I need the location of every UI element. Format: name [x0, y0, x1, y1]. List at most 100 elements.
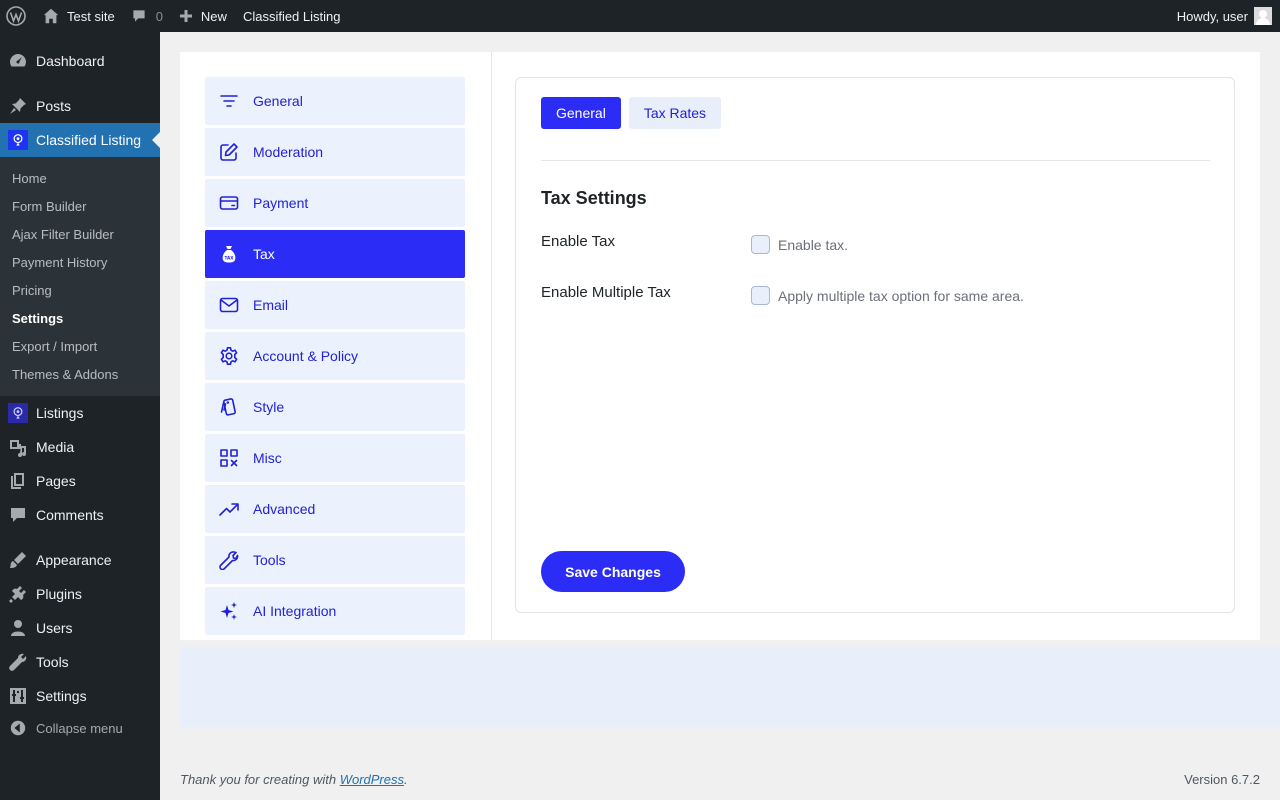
- settings-nav-label: Moderation: [253, 144, 324, 160]
- sidebar-item-label: Media: [36, 439, 75, 455]
- new-label: New: [200, 8, 227, 24]
- wrench-icon: [205, 536, 253, 584]
- comments-link[interactable]: 0: [123, 0, 171, 32]
- footer-thanks-suffix: .: [404, 772, 408, 787]
- wordpress-link[interactable]: WordPress: [340, 772, 404, 787]
- classified-listing-icon: [8, 130, 28, 150]
- settings-nav-email[interactable]: Email: [205, 281, 465, 329]
- enable-tax-label: Enable Tax: [541, 233, 615, 250]
- tabs-divider: [541, 160, 1210, 161]
- settings-nav-label: AI Integration: [253, 603, 337, 619]
- collapse-arrow-icon: [0, 719, 36, 737]
- settings-nav-label: Payment: [253, 195, 309, 211]
- submenu-item-ajax-filter-builder[interactable]: Ajax Filter Builder: [0, 220, 160, 248]
- settings-nav-tax[interactable]: TAX Tax: [205, 230, 465, 278]
- sidebar-item-classified-listing[interactable]: Classified Listing: [0, 123, 160, 157]
- settings-nav-account-policy[interactable]: Account & Policy: [205, 332, 465, 380]
- submenu-item-themes-addons[interactable]: Themes & Addons: [0, 360, 160, 388]
- settings-nav-label: Style: [253, 399, 285, 415]
- settings-nav-moderation[interactable]: Moderation: [205, 128, 465, 176]
- comment-icon: [0, 498, 36, 532]
- settings-nav-style[interactable]: Style: [205, 383, 465, 431]
- settings-nav-label: Tax: [253, 246, 275, 262]
- tab-tax-rates[interactable]: Tax Rates: [628, 97, 722, 129]
- tax-settings-panel: General Tax Rates Tax Settings Enable Ta…: [515, 77, 1235, 613]
- classified-listing-icon: [8, 403, 28, 423]
- sidebar-item-label: Users: [36, 620, 73, 636]
- enable-tax-checkbox[interactable]: [751, 235, 770, 254]
- settings-nav-general[interactable]: General: [205, 77, 465, 125]
- enable-tax-field: Enable tax.: [751, 235, 848, 254]
- content-bottom-band: [180, 647, 1280, 727]
- trending-up-icon: [205, 485, 253, 533]
- admin-bar: Test site 0 New Classified Listing Howdy…: [0, 0, 1280, 32]
- submenu-item-form-builder[interactable]: Form Builder: [0, 192, 160, 220]
- wrench-icon: [0, 645, 36, 679]
- sidebar-item-media[interactable]: Media: [0, 430, 160, 464]
- enable-multiple-tax-label: Enable Multiple Tax: [541, 284, 671, 301]
- filter-lines-icon: [205, 77, 253, 125]
- wordpress-logo-icon[interactable]: [0, 0, 34, 32]
- settings-nav-label: General: [253, 93, 303, 109]
- site-name-link[interactable]: Test site: [34, 0, 123, 32]
- enable-multiple-tax-field: Apply multiple tax option for same area.: [751, 286, 1024, 305]
- settings-nav-misc[interactable]: Misc: [205, 434, 465, 482]
- settings-nav-payment[interactable]: Payment: [205, 179, 465, 227]
- sidebar-item-label: Listings: [36, 405, 84, 421]
- settings-nav-ai-integration[interactable]: AI Integration: [205, 587, 465, 635]
- grid-icon: [205, 434, 253, 482]
- sidebar-item-label: Settings: [36, 688, 87, 704]
- section-title: Tax Settings: [541, 188, 647, 208]
- account-menu[interactable]: Howdy, user: [1177, 0, 1272, 32]
- edit-icon: [205, 128, 253, 176]
- sidebar-item-dashboard[interactable]: Dashboard: [0, 44, 160, 78]
- site-name: Test site: [67, 8, 115, 24]
- sidebar-item-listings[interactable]: Listings: [0, 396, 160, 430]
- save-changes-button[interactable]: Save Changes: [541, 551, 685, 592]
- gear-icon: [205, 332, 253, 380]
- sidebar-item-label: Pages: [36, 473, 76, 489]
- submenu-item-payment-history[interactable]: Payment History: [0, 248, 160, 276]
- sidebar-item-label: Tools: [36, 654, 69, 670]
- enable-multiple-tax-description: Apply multiple tax option for same area.: [778, 287, 1024, 304]
- sidebar-item-plugins[interactable]: Plugins: [0, 577, 160, 611]
- palette-cards-icon: [205, 383, 253, 431]
- new-content-link[interactable]: New: [171, 0, 235, 32]
- howdy-greeting: Howdy, user: [1176, 8, 1248, 24]
- settings-nav-label: Misc: [253, 450, 282, 466]
- classified-listing-bar-link[interactable]: Classified Listing: [235, 0, 349, 32]
- sidebar-item-label: Classified Listing: [36, 132, 142, 148]
- sidebar-item-appearance[interactable]: Appearance: [0, 543, 160, 577]
- credit-card-icon: [205, 179, 253, 227]
- submenu-item-home[interactable]: Home: [0, 164, 160, 192]
- svg-text:TAX: TAX: [224, 256, 234, 261]
- submenu-item-pricing[interactable]: Pricing: [0, 276, 160, 304]
- home-icon: [42, 7, 60, 25]
- plus-icon: [179, 9, 193, 23]
- sidebar-item-posts[interactable]: Posts: [0, 89, 160, 123]
- settings-nav-tools[interactable]: Tools: [205, 536, 465, 584]
- pin-icon: [0, 89, 36, 123]
- settings-nav-label: Advanced: [253, 501, 316, 517]
- plug-icon: [0, 577, 36, 611]
- sidebar-item-settings[interactable]: Settings: [0, 679, 160, 713]
- sidebar-item-pages[interactable]: Pages: [0, 464, 160, 498]
- settings-nav-label: Tools: [253, 552, 286, 568]
- comment-count: 0: [155, 8, 163, 24]
- enable-multiple-tax-checkbox[interactable]: [751, 286, 770, 305]
- envelope-icon: [205, 281, 253, 329]
- sidebar-item-tools[interactable]: Tools: [0, 645, 160, 679]
- avatar: [1254, 7, 1272, 25]
- settings-nav-advanced[interactable]: Advanced: [205, 485, 465, 533]
- sidebar-item-comments[interactable]: Comments: [0, 498, 160, 532]
- column-divider: [491, 52, 492, 640]
- comment-bubble-icon: [131, 8, 147, 24]
- submenu-item-settings[interactable]: Settings: [0, 304, 160, 332]
- tab-general[interactable]: General: [541, 97, 621, 129]
- classified-listing-submenu: Home Form Builder Ajax Filter Builder Pa…: [0, 157, 160, 396]
- submenu-item-export-import[interactable]: Export / Import: [0, 332, 160, 360]
- sidebar-item-label: Appearance: [36, 552, 112, 568]
- collapse-menu-button[interactable]: Collapse menu: [0, 713, 160, 743]
- sidebar-item-users[interactable]: Users: [0, 611, 160, 645]
- sparkles-icon: [205, 587, 253, 635]
